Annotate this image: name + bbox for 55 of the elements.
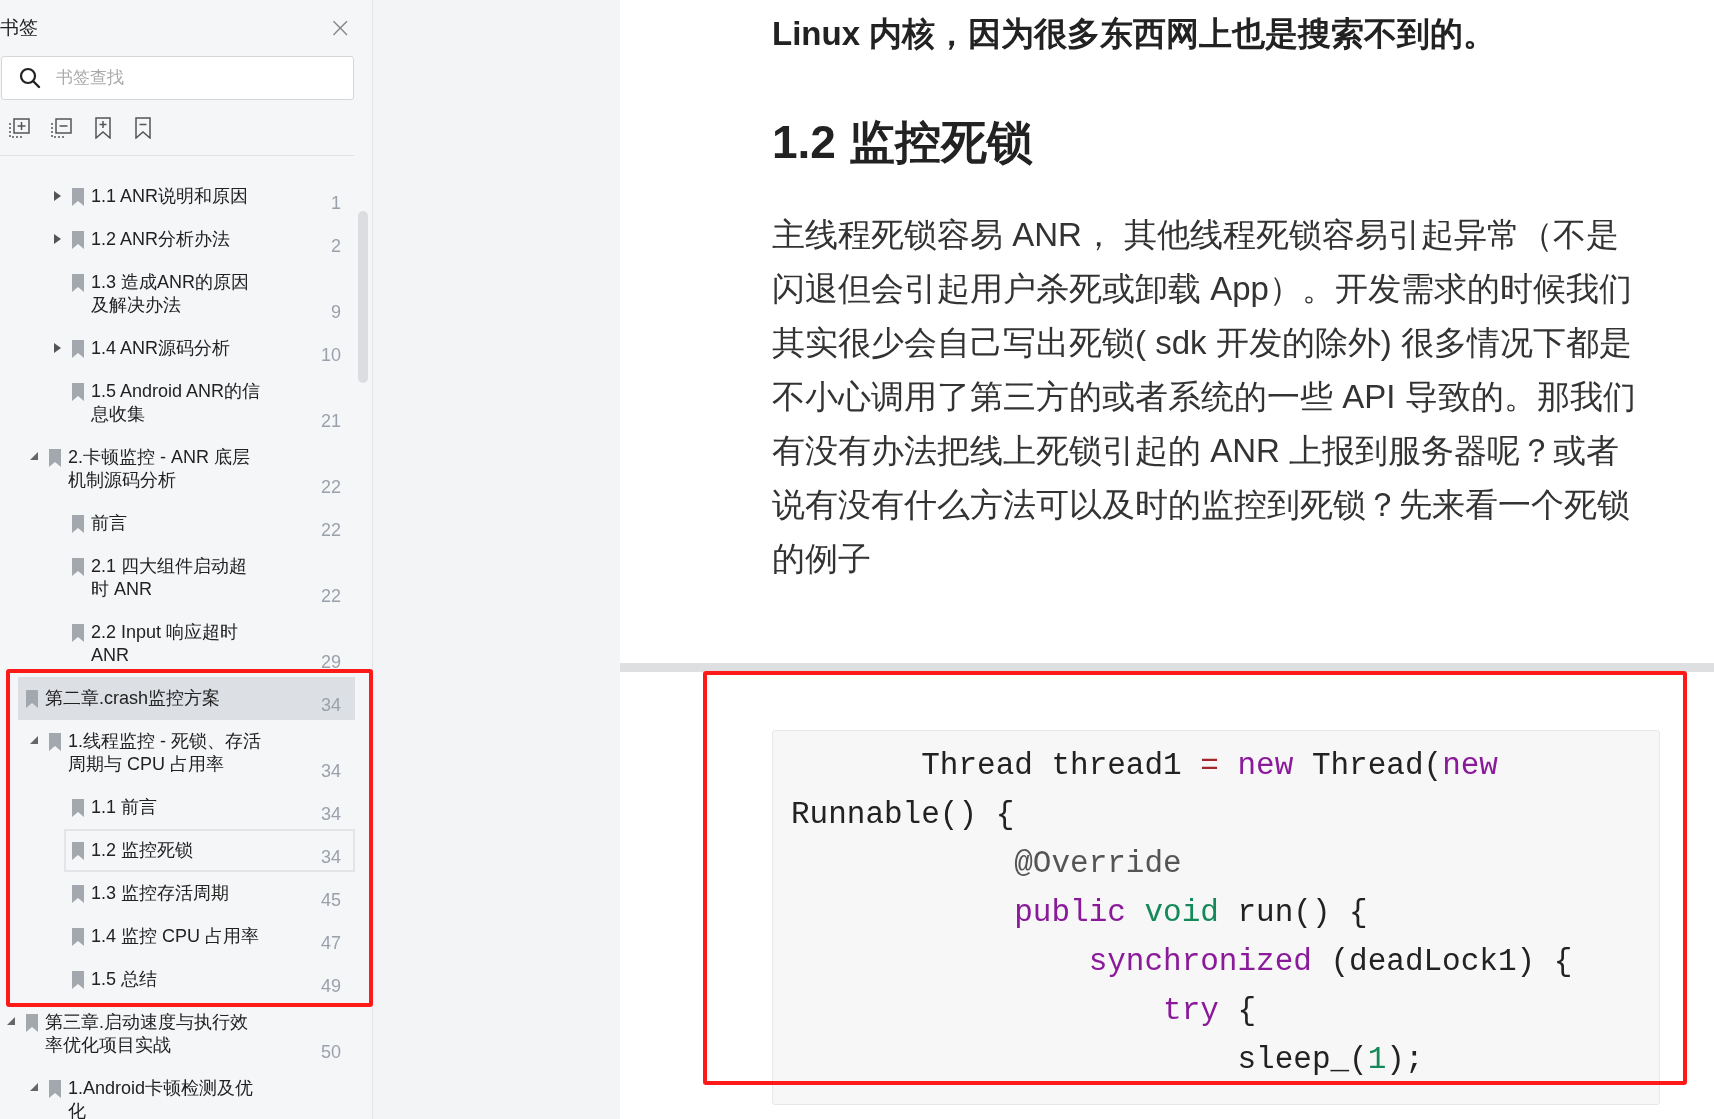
scrollbar-thumb[interactable]: [358, 211, 368, 383]
bookmark-item[interactable]: 1.5 Android ANR的信息收集 21: [64, 370, 355, 436]
bookmark-item[interactable]: 2.卡顿监控 - ANR 底层机制源码分析 22: [41, 436, 355, 502]
bookmark-icon: [72, 515, 84, 533]
search-icon: [19, 67, 41, 89]
collapsed-triangle-icon[interactable]: [54, 343, 61, 353]
paragraph: 主线程死锁容易 ANR， 其他线程死锁容易引起异常（不是闪退但会引起用户杀死或卸载 App）。开发需求的时候我们其实很少会自己写出死锁( sdk 开发的除外) 很多情况下都是不小心调用了第三方的或者系统的一些 API 导致的。那我们有没有办法把线上死锁引起的 ANR 上报到服务器呢？或者说有没有什么方法可以及时的监控到死锁？先来看一个死锁的例子: [772, 215, 1637, 579]
collapse-all-icon[interactable]: [51, 116, 73, 139]
collapsed-triangle-icon[interactable]: [54, 234, 61, 244]
bookmark-item[interactable]: 1.Android卡顿检测及优化: [41, 1067, 355, 1119]
bookmark-icon: [72, 928, 84, 946]
bookmark-icon: [72, 842, 84, 860]
bookmark-item[interactable]: 1.2 监控死锁 34: [64, 829, 355, 872]
bookmark-item[interactable]: 第二章.crash监控方案 34: [18, 677, 355, 720]
bookmark-icon: [49, 733, 61, 751]
bookmark-icon: [72, 274, 84, 292]
bookmark-icon: [49, 1080, 61, 1098]
panel-title: 书签: [0, 15, 38, 40]
expanded-triangle-icon[interactable]: [30, 1083, 38, 1091]
code-block: Thread thread1 = new Thread(new Runnable() { @Override public void run() { synchronized (deadLock1) { try { sleep_(1);: [772, 730, 1660, 1105]
bookmark-icon: [49, 449, 61, 467]
expanded-triangle-icon[interactable]: [30, 736, 38, 744]
expand-all-icon[interactable]: [9, 116, 31, 139]
bookmark-icon: [72, 624, 84, 642]
section-heading: 1.2 监控死锁: [772, 115, 1034, 170]
expanded-triangle-icon[interactable]: [30, 452, 38, 460]
bookmark-item[interactable]: 2.2 Input 响应超时 ANR 29: [64, 611, 355, 677]
bookmark-item[interactable]: 2.1 四大组件启动超时 ANR 22: [64, 545, 355, 611]
bookmark-icon: [72, 799, 84, 817]
bookmark-icon: [72, 340, 84, 358]
collapsed-triangle-icon[interactable]: [54, 191, 61, 201]
bookmark-item[interactable]: 前言 22: [64, 502, 355, 545]
bookmark-icon: [26, 1014, 38, 1032]
bookmark-item[interactable]: 1.3 监控存活周期 45: [64, 872, 355, 915]
bookmark-item[interactable]: 1.4 监控 CPU 占用率 47: [64, 915, 355, 958]
bookmark-item[interactable]: 1.线程监控 - 死锁、存活周期与 CPU 占用率 34: [41, 720, 355, 786]
bookmark-item[interactable]: 1.3 造成ANR的原因及解决办法 9: [64, 261, 355, 327]
bookmark-item[interactable]: 1.2 ANR分析办法 2: [64, 218, 355, 261]
remove-bookmark-icon[interactable]: [133, 116, 153, 139]
bookmark-icon: [26, 690, 38, 708]
bookmark-item[interactable]: 1.4 ANR源码分析 10: [64, 327, 355, 370]
bookmark-icon: [72, 885, 84, 903]
bookmark-icon: [72, 971, 84, 989]
expanded-triangle-icon[interactable]: [7, 1017, 15, 1025]
bookmark-item[interactable]: 第三章.启动速度与执行效率优化项目实战 50: [18, 1001, 355, 1067]
search-field[interactable]: 书签查找: [1, 56, 354, 100]
add-bookmark-icon[interactable]: [93, 116, 113, 139]
bookmark-item[interactable]: 1.1 前言 34: [64, 786, 355, 829]
bookmark-icon: [72, 383, 84, 401]
bookmark-item[interactable]: 1.1 ANR说明和原因 1: [64, 175, 355, 218]
body-text: Linux 内核，因为很多东西网上也是搜索不到的。: [772, 14, 1498, 54]
bookmark-icon: [72, 188, 84, 206]
bookmark-icon: [72, 558, 84, 576]
bookmark-icon: [72, 231, 84, 249]
bookmark-item[interactable]: 1.5 总结 49: [64, 958, 355, 1001]
